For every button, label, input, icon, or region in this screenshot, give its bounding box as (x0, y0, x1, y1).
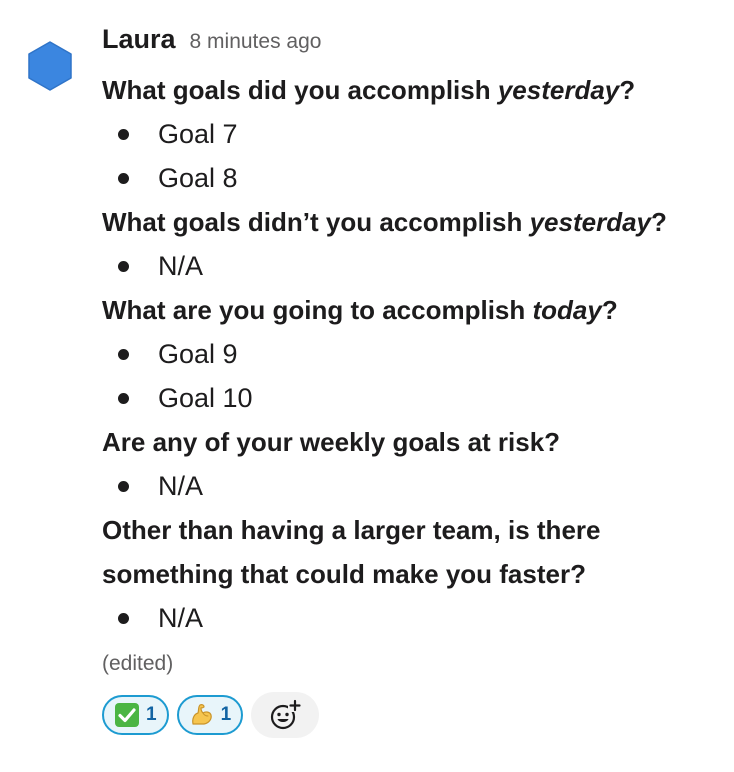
standup-section: What goals did you accomplish yesterday?… (102, 68, 722, 200)
answer-item: Goal 9 (102, 332, 722, 376)
question: Are any of your weekly goals at risk? (102, 427, 561, 457)
reaction-count: 1 (220, 704, 232, 725)
standup-section: What goals didn’t you accomplish yesterd… (102, 200, 722, 288)
answer-item: Goal 7 (102, 112, 722, 156)
answer-list: N/A (102, 464, 722, 508)
question: What are you going to accomplish today? (102, 295, 618, 325)
question: What goals didn’t you accomplish yesterd… (102, 207, 667, 237)
message-header: Laura 8 minutes ago (102, 24, 722, 68)
answer-item: N/A (102, 244, 722, 288)
answer-item: Goal 8 (102, 156, 722, 200)
add-reaction-button[interactable] (251, 692, 320, 738)
answer-list: N/A (102, 596, 722, 640)
answer-item: Goal 10 (102, 376, 722, 420)
reaction-check[interactable]: 1 (102, 695, 169, 735)
answer-item: N/A (102, 464, 722, 508)
message: Laura 8 minutes ago What goals did you a… (0, 0, 734, 772)
answer-list: N/A (102, 244, 722, 288)
message-content: Laura 8 minutes ago What goals did you a… (102, 24, 722, 738)
reaction-muscle[interactable]: 1 (176, 695, 244, 735)
question: Other than having a larger team, is ther… (102, 515, 601, 589)
flexed-biceps-icon (191, 704, 212, 725)
edited-label: (edited) (102, 652, 174, 675)
standup-section: What are you going to accomplish today? … (102, 288, 722, 420)
hexagon-avatar-icon (28, 41, 72, 91)
user-avatar[interactable] (24, 40, 76, 92)
add-reaction-icon (271, 699, 303, 730)
reaction-bar: 1 1 (102, 692, 722, 738)
standup-section: Are any of your weekly goals at risk? N/… (102, 420, 722, 508)
answer-list: Goal 7 Goal 8 (102, 112, 722, 200)
author-name[interactable]: Laura (102, 24, 176, 55)
answer-list: Goal 9 Goal 10 (102, 332, 722, 420)
question: What goals did you accomplish yesterday? (102, 75, 636, 105)
standup-section: Other than having a larger team, is ther… (102, 508, 722, 640)
message-timestamp[interactable]: 8 minutes ago (190, 30, 322, 54)
answer-item: N/A (102, 596, 722, 640)
white-check-mark-icon (115, 703, 139, 727)
reaction-count: 1 (146, 704, 157, 725)
